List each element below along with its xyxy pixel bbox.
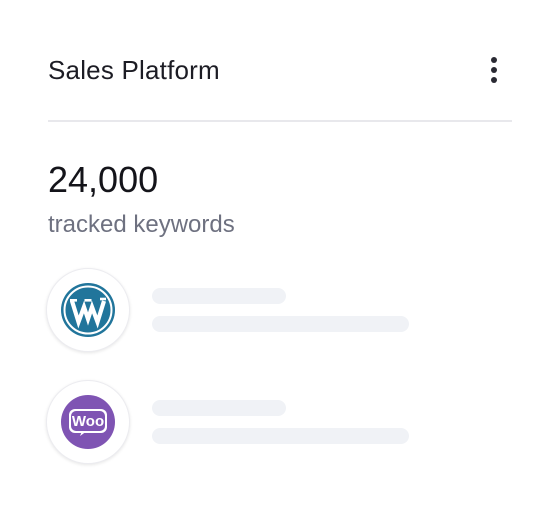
more-vertical-icon-dot (491, 77, 497, 83)
more-vertical-icon-dot (491, 67, 497, 73)
skeleton-line-title (152, 400, 286, 416)
woocommerce-icon: Woo (61, 395, 115, 449)
platform-row-woocommerce[interactable]: Woo (46, 380, 446, 466)
more-options-button[interactable] (486, 54, 502, 86)
sales-platform-card: Sales Platform 24,000 tracked keywords W… (0, 0, 560, 510)
skeleton-line-subtitle (152, 316, 409, 332)
stat-label: tracked keywords (48, 211, 235, 238)
more-vertical-icon (491, 57, 497, 63)
platform-row-wordpress[interactable] (46, 268, 446, 354)
woocommerce-logo: Woo (46, 380, 130, 464)
card-title: Sales Platform (48, 55, 220, 85)
skeleton-line-subtitle (152, 428, 409, 444)
stat-value: 24,000 (48, 159, 159, 200)
woocommerce-logo-text: Woo (72, 413, 104, 430)
card-header: Sales Platform (48, 48, 512, 92)
header-divider (48, 120, 512, 122)
wordpress-logo (46, 268, 130, 352)
skeleton-line-title (152, 288, 286, 304)
wordpress-icon (61, 283, 115, 337)
